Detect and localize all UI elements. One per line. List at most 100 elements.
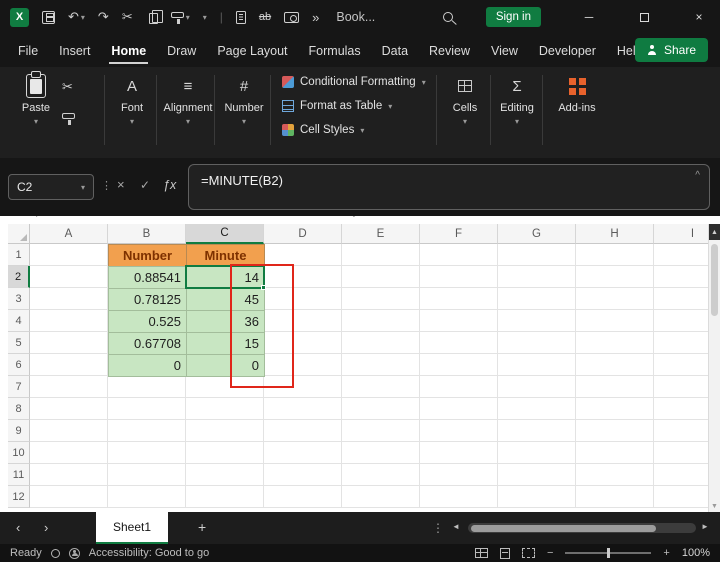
column-header-C[interactable]: C [186, 224, 264, 244]
column-header-E[interactable]: E [342, 224, 420, 244]
menu-tab-view[interactable]: View [491, 35, 518, 67]
column-header-B[interactable]: B [108, 224, 186, 244]
column-header-A[interactable]: A [30, 224, 108, 244]
expand-formula-bar-icon[interactable]: ^ [695, 170, 700, 181]
redo-button[interactable]: ↷ [98, 9, 109, 25]
menu-tab-file[interactable]: File [18, 35, 38, 67]
new-file-button[interactable] [235, 10, 246, 24]
number-group-button[interactable]: # Number ▾ [222, 73, 266, 127]
menu-tab-home[interactable]: Home [109, 35, 148, 67]
scroll-up-button[interactable]: ▲ [709, 224, 720, 240]
new-sheet-button[interactable]: + [198, 519, 206, 535]
menu-tab-developer[interactable]: Developer [539, 35, 596, 67]
menu-tab-data[interactable]: Data [382, 35, 408, 67]
cell-B2[interactable]: 0.88541 [108, 266, 187, 289]
status-bar: Ready Accessibility: Good to go − + 100% [0, 544, 720, 562]
zoom-in-button[interactable]: + [663, 547, 669, 559]
select-all-corner[interactable] [8, 224, 30, 244]
scroll-down-button[interactable]: ▼ [709, 503, 720, 510]
sign-in-button[interactable]: Sign in [485, 7, 541, 27]
menu-tab-page-layout[interactable]: Page Layout [217, 35, 287, 67]
zoom-slider[interactable] [565, 548, 652, 558]
vertical-scrollbar-thumb[interactable] [711, 244, 718, 316]
paste-button[interactable]: Paste ▾ [14, 71, 58, 126]
maximize-button[interactable] [623, 0, 665, 34]
strikethrough-button[interactable]: ab [259, 11, 271, 23]
cell-B4[interactable]: 0.525 [108, 310, 187, 333]
accessibility-status[interactable]: Accessibility: Good to go [89, 547, 209, 559]
horizontal-scrollbar[interactable] [468, 523, 696, 533]
search-button[interactable] [442, 12, 453, 22]
cell-B1[interactable]: Number [108, 244, 187, 267]
insert-function-button[interactable]: ƒx [163, 178, 176, 192]
row-header-4[interactable]: 4 [8, 310, 30, 332]
undo-button[interactable]: ↶ ▾ [68, 9, 85, 25]
format-painter-button-ribbon[interactable] [62, 107, 75, 125]
horizontal-scrollbar-thumb[interactable] [471, 524, 656, 532]
name-box[interactable]: C2 ▾ [8, 174, 94, 200]
vertical-scrollbar[interactable]: ▲ ▼ [708, 224, 720, 512]
column-header-F[interactable]: F [420, 224, 498, 244]
cells-group-button[interactable]: Cells ▾ [444, 73, 486, 126]
name-box-value: C2 [17, 180, 33, 194]
next-sheet-button[interactable]: › [44, 520, 48, 535]
save-button[interactable] [42, 10, 55, 24]
column-header-D[interactable]: D [264, 224, 342, 244]
cell-B6[interactable]: 0 [108, 354, 187, 377]
close-button[interactable]: × [678, 0, 720, 34]
format-painter-icon [62, 113, 75, 125]
row-header-5[interactable]: 5 [8, 332, 30, 354]
toolbar-overflow-button[interactable]: » [312, 10, 319, 25]
copy-button[interactable] [146, 10, 164, 24]
row-header-8[interactable]: 8 [8, 398, 30, 420]
row-header-1[interactable]: 1 [8, 244, 30, 266]
zoom-level[interactable]: 100% [682, 547, 710, 559]
formula-input[interactable]: =MINUTE(B2) ^ [188, 164, 710, 210]
customize-toolbar-button[interactable]: ▾ [203, 13, 207, 22]
cut-button[interactable]: ✂ [122, 9, 133, 25]
normal-view-icon[interactable] [474, 548, 488, 558]
zoom-slider-thumb[interactable] [606, 548, 610, 558]
share-button[interactable]: Share [634, 38, 708, 62]
row-header-6[interactable]: 6 [8, 354, 30, 376]
previous-sheet-button[interactable]: ‹ [16, 520, 20, 535]
cell-B3[interactable]: 0.78125 [108, 288, 187, 311]
confirm-entry-button[interactable]: ✓ [140, 178, 150, 192]
macro-record-icon[interactable] [50, 548, 60, 558]
font-group-button[interactable]: A Font ▾ [112, 73, 152, 127]
row-header-10[interactable]: 10 [8, 442, 30, 464]
cut-button-ribbon[interactable]: ✂ [62, 79, 73, 95]
page-layout-view-icon[interactable] [499, 547, 510, 559]
page-break-view-icon[interactable] [521, 548, 535, 558]
scroll-right-button[interactable]: ► [701, 522, 709, 531]
row-header-3[interactable]: 3 [8, 288, 30, 310]
row-header-2[interactable]: 2 [8, 266, 30, 288]
menu-tab-insert[interactable]: Insert [59, 35, 90, 67]
menu-tab-formulas[interactable]: Formulas [309, 35, 361, 67]
menu-tab-draw[interactable]: Draw [167, 35, 196, 67]
cell-styles-button[interactable]: Cell Styles ▾ [282, 124, 440, 136]
camera-button[interactable] [284, 11, 300, 23]
cut-icon: ✂ [121, 9, 133, 24]
row-header-7[interactable]: 7 [8, 376, 30, 398]
alignment-group-button[interactable]: ≡ Alignment ▾ [164, 73, 213, 127]
format-as-table-button[interactable]: Format as Table ▾ [282, 100, 440, 112]
row-header-11[interactable]: 11 [8, 464, 30, 486]
row-header-9[interactable]: 9 [8, 420, 30, 442]
menu-tab-review[interactable]: Review [429, 35, 470, 67]
addins-button[interactable]: Add-ins [552, 73, 602, 114]
row-header-12[interactable]: 12 [8, 486, 30, 508]
column-header-G[interactable]: G [498, 224, 576, 244]
zoom-out-button[interactable]: − [547, 547, 553, 559]
column-header-H[interactable]: H [576, 224, 654, 244]
format-painter-button[interactable]: ▾ [170, 12, 190, 24]
conditional-formatting-button[interactable]: Conditional Formatting ▾ [282, 76, 440, 88]
cancel-entry-button[interactable]: × [117, 177, 125, 192]
scroll-left-button[interactable]: ◄ [452, 522, 460, 531]
cell-B5[interactable]: 0.67708 [108, 332, 187, 355]
sheet-options-icon[interactable]: ⋮ [432, 521, 444, 535]
sheet-tab-sheet1[interactable]: Sheet1 [96, 512, 169, 544]
minimize-button[interactable]: ─ [568, 0, 610, 34]
toolbar-separator: | [219, 10, 223, 24]
editing-group-button[interactable]: Σ Editing ▾ [496, 73, 538, 127]
